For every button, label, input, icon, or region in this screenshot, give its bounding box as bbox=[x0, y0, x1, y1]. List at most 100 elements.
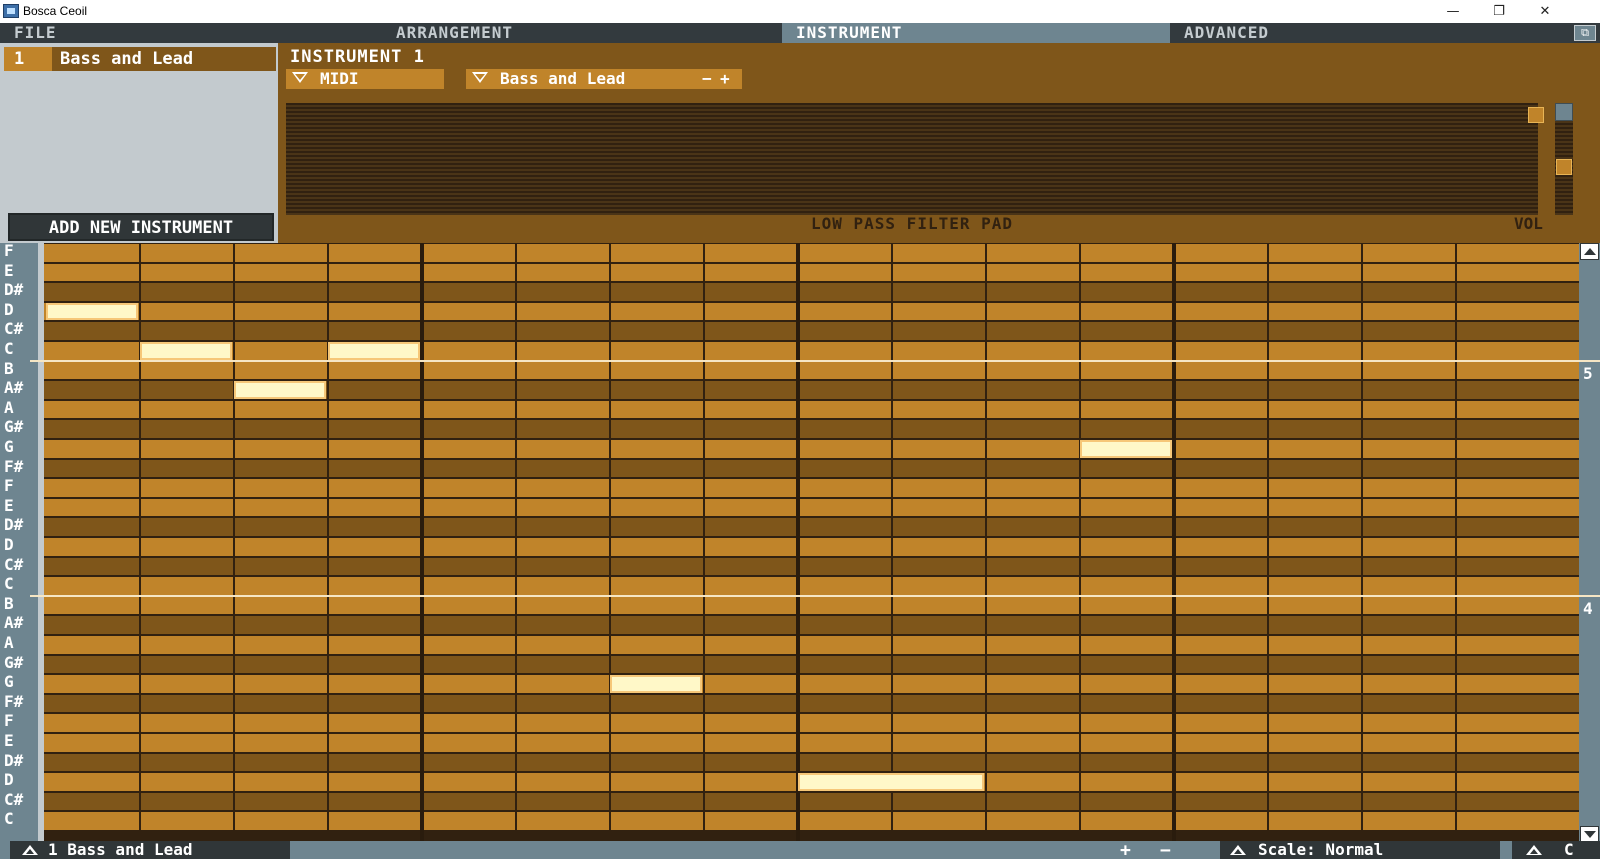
grid-row[interactable] bbox=[44, 596, 1579, 615]
note-label: E bbox=[4, 731, 14, 750]
key-selector[interactable]: C bbox=[1512, 841, 1600, 859]
volume-label: VOL bbox=[1514, 214, 1543, 233]
low-pass-filter-pad[interactable] bbox=[286, 103, 1544, 215]
beat-divider bbox=[703, 243, 705, 843]
window-title: Bosca Ceoil bbox=[23, 4, 88, 18]
grid-row[interactable] bbox=[44, 518, 1579, 536]
pattern-grid[interactable] bbox=[44, 243, 1579, 843]
grid-row[interactable] bbox=[44, 342, 1579, 360]
grid-row[interactable] bbox=[44, 498, 1579, 517]
note-label: C bbox=[4, 574, 14, 594]
instrument-list: 1 Bass and Lead ADD NEW INSTRUMENT bbox=[0, 43, 278, 243]
instrument-preset-dropdown[interactable]: Bass and Lead − + bbox=[466, 69, 742, 89]
note-label: G bbox=[4, 672, 14, 692]
grid-row[interactable] bbox=[44, 479, 1579, 497]
instrument-number: 1 bbox=[14, 49, 25, 69]
minimize-button[interactable]: — bbox=[1430, 0, 1476, 23]
scale-selector[interactable]: Scale: Normal bbox=[1220, 841, 1500, 859]
grid-row[interactable] bbox=[44, 538, 1579, 556]
octave-number: 5 bbox=[1583, 363, 1593, 383]
grid-row[interactable] bbox=[44, 792, 1579, 811]
beat-divider bbox=[1455, 243, 1457, 843]
note-block[interactable] bbox=[234, 381, 326, 399]
close-button[interactable]: ✕ bbox=[1522, 0, 1568, 23]
note-block[interactable] bbox=[46, 302, 138, 321]
note-label: C# bbox=[4, 789, 24, 809]
note-label: A bbox=[4, 397, 14, 417]
filter-pad-handle[interactable] bbox=[1528, 107, 1544, 123]
note-block[interactable] bbox=[328, 342, 420, 360]
note-label: B bbox=[4, 358, 14, 378]
window-mode-button[interactable]: ⧉ bbox=[1574, 25, 1596, 41]
octave-divider bbox=[30, 594, 1600, 597]
tab-instrument[interactable]: INSTRUMENT bbox=[782, 23, 1170, 43]
beat-divider bbox=[1267, 243, 1269, 843]
tab-file[interactable]: FILE bbox=[0, 23, 382, 43]
grid-row[interactable] bbox=[44, 753, 1579, 772]
grid-row[interactable] bbox=[44, 263, 1579, 282]
grid-row[interactable] bbox=[44, 734, 1579, 752]
preset-next-button[interactable]: + bbox=[720, 69, 730, 89]
grid-row[interactable] bbox=[44, 655, 1579, 674]
grid-row[interactable] bbox=[44, 440, 1579, 458]
octave-number: 4 bbox=[1583, 598, 1593, 618]
grid-row[interactable] bbox=[44, 675, 1579, 693]
grid-row[interactable] bbox=[44, 400, 1579, 419]
note-block[interactable] bbox=[610, 675, 702, 693]
note-block[interactable] bbox=[140, 342, 232, 360]
beat-divider bbox=[515, 243, 517, 843]
note-label: C bbox=[4, 809, 14, 829]
grid-row[interactable] bbox=[44, 812, 1579, 830]
note-label: D bbox=[4, 535, 14, 554]
pattern-length-minus-button[interactable]: − bbox=[1160, 840, 1171, 859]
tab-advanced[interactable]: ADVANCED bbox=[1170, 23, 1570, 43]
grid-row[interactable] bbox=[44, 694, 1579, 713]
volume-slider-cap bbox=[1555, 103, 1573, 121]
grid-row[interactable] bbox=[44, 361, 1579, 380]
beat-divider bbox=[233, 243, 235, 843]
grid-row[interactable] bbox=[44, 636, 1579, 654]
note-block[interactable] bbox=[798, 773, 984, 791]
chevron-up-icon bbox=[1526, 845, 1542, 855]
status-bar: 1 Bass and Lead + − Scale: Normal C bbox=[0, 840, 1600, 859]
note-label: C# bbox=[4, 319, 24, 339]
instrument-type-dropdown[interactable]: MIDI bbox=[286, 69, 444, 89]
current-instrument-label: 1 Bass and Lead bbox=[48, 840, 193, 859]
add-new-instrument-button[interactable]: ADD NEW INSTRUMENT bbox=[8, 213, 274, 241]
beat-divider bbox=[985, 243, 987, 843]
app-icon bbox=[3, 4, 19, 18]
filter-pad-label: LOW PASS FILTER PAD bbox=[810, 214, 1014, 233]
pattern-length-plus-button[interactable]: + bbox=[1120, 840, 1131, 859]
grid-row[interactable] bbox=[44, 714, 1579, 732]
grid-row[interactable] bbox=[44, 322, 1579, 340]
instrument-title: INSTRUMENT 1 bbox=[290, 47, 425, 67]
grid-row[interactable] bbox=[44, 420, 1579, 438]
tab-arrangement[interactable]: ARRANGEMENT bbox=[382, 23, 782, 43]
note-label: E bbox=[4, 260, 14, 280]
volume-slider-handle[interactable] bbox=[1556, 159, 1572, 175]
chevron-down-icon bbox=[472, 72, 488, 83]
note-label: F# bbox=[4, 456, 24, 476]
note-label: D# bbox=[4, 280, 24, 300]
grid-row[interactable] bbox=[44, 244, 1579, 262]
bar-divider bbox=[796, 243, 800, 843]
key-label: C bbox=[1564, 840, 1574, 859]
note-block[interactable] bbox=[1080, 440, 1172, 458]
note-label: G bbox=[4, 437, 14, 456]
grid-row[interactable] bbox=[44, 283, 1579, 301]
grid-row[interactable] bbox=[44, 577, 1579, 595]
grid-row[interactable] bbox=[44, 302, 1579, 321]
restore-icon: ⧉ bbox=[1581, 26, 1589, 39]
note-label: G# bbox=[4, 652, 24, 672]
close-icon: ✕ bbox=[1539, 4, 1551, 19]
instrument-list-item[interactable]: 1 Bass and Lead bbox=[4, 47, 276, 71]
grid-row[interactable] bbox=[44, 616, 1579, 634]
current-instrument-selector[interactable]: 1 Bass and Lead bbox=[10, 841, 290, 859]
scroll-up-icon[interactable] bbox=[1580, 243, 1599, 260]
grid-row[interactable] bbox=[44, 557, 1579, 576]
volume-slider[interactable] bbox=[1555, 103, 1573, 215]
preset-prev-button[interactable]: − bbox=[702, 69, 712, 89]
grid-row[interactable] bbox=[44, 459, 1579, 478]
chevron-up-icon bbox=[22, 845, 38, 855]
maximize-button[interactable]: ❐ bbox=[1476, 0, 1522, 23]
